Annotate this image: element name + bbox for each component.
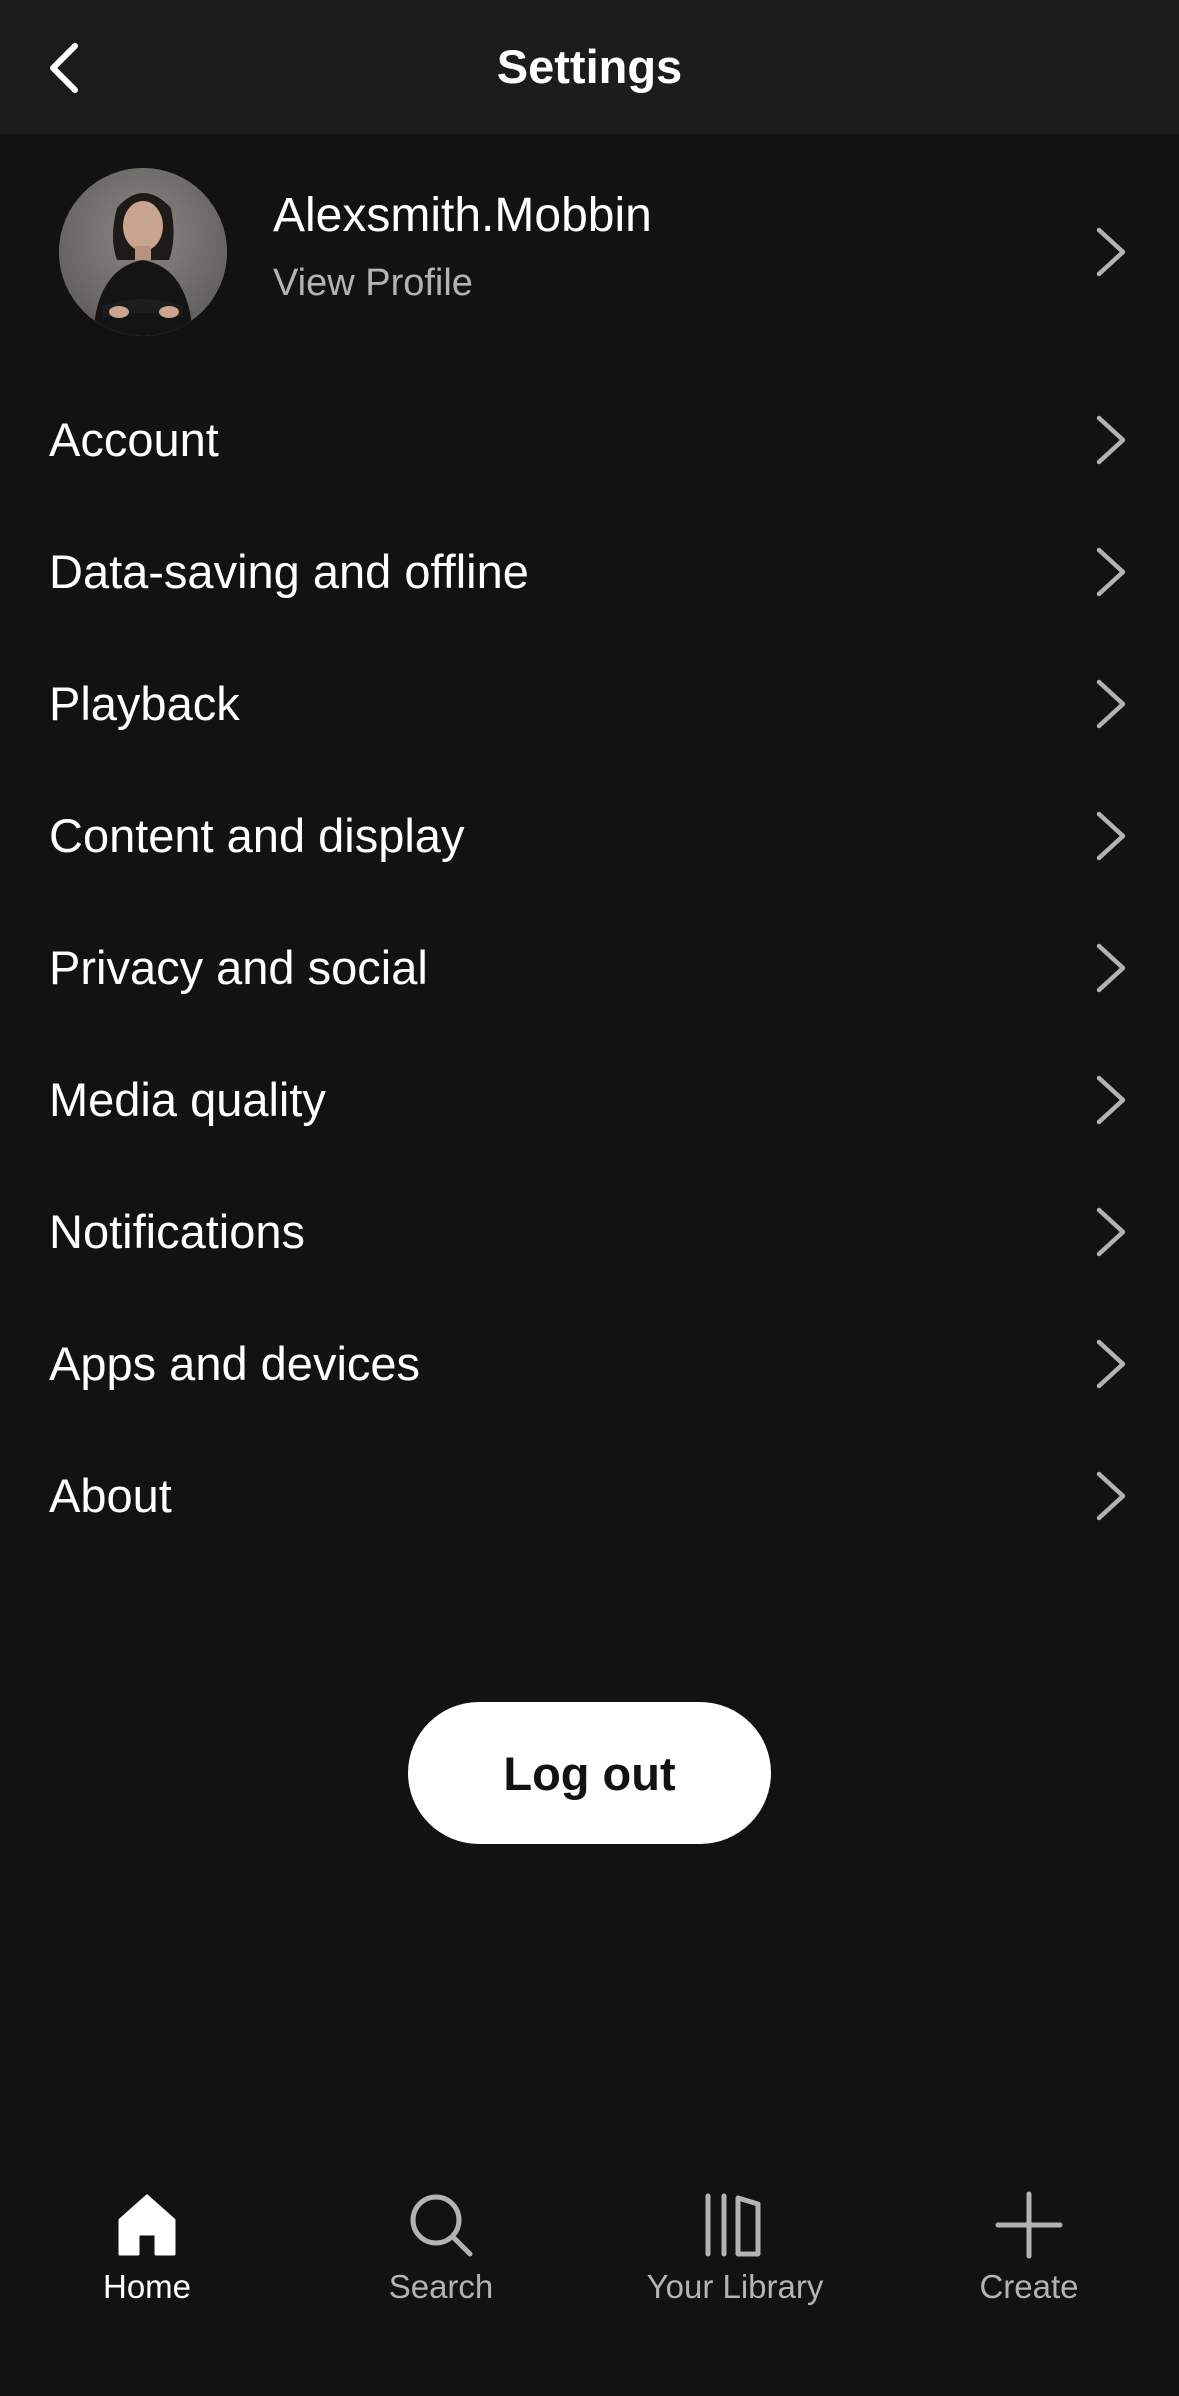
menu-item-about[interactable]: About bbox=[0, 1430, 1179, 1562]
header-bar: Settings bbox=[0, 0, 1179, 134]
nav-label: Your Library bbox=[646, 2268, 824, 2305]
menu-item-label: Account bbox=[49, 413, 219, 466]
nav-label: Search bbox=[388, 2268, 494, 2305]
nav-label: Home bbox=[102, 2268, 192, 2305]
nav-your-library[interactable]: Your Library bbox=[588, 2158, 882, 2338]
menu-item-account[interactable]: Account bbox=[0, 374, 1179, 506]
nav-label: Create bbox=[979, 2268, 1079, 2305]
search-icon bbox=[410, 2194, 473, 2257]
nav-create[interactable]: Create bbox=[882, 2158, 1176, 2338]
menu-item-label: Content and display bbox=[49, 809, 465, 862]
menu-item-label: Data-saving and offline bbox=[49, 545, 529, 598]
chevron-right-icon bbox=[1096, 547, 1126, 597]
chevron-right-icon bbox=[1096, 679, 1126, 729]
nav-home[interactable]: Home bbox=[0, 2158, 294, 2338]
home-icon bbox=[118, 2194, 176, 2256]
menu-item-label: About bbox=[49, 1469, 172, 1522]
profile-row[interactable]: Alexsmith.Mobbin View Profile bbox=[0, 160, 1179, 344]
profile-name: Alexsmith.Mobbin bbox=[273, 189, 652, 242]
settings-screen: Settings Alexsmith.Mobbin View Profile A… bbox=[0, 0, 1179, 2396]
avatar bbox=[59, 168, 227, 336]
chevron-right-icon bbox=[1096, 227, 1126, 277]
menu-item-playback[interactable]: Playback bbox=[0, 638, 1179, 770]
menu-item-privacy-social[interactable]: Privacy and social bbox=[0, 902, 1179, 1034]
menu-item-label: Media quality bbox=[49, 1073, 326, 1126]
menu-item-label: Apps and devices bbox=[49, 1337, 421, 1390]
chevron-right-icon bbox=[1096, 1075, 1126, 1125]
chevron-right-icon bbox=[1096, 1339, 1126, 1389]
page-title: Settings bbox=[496, 40, 683, 93]
nav-search[interactable]: Search bbox=[294, 2158, 588, 2338]
menu-item-media-quality[interactable]: Media quality bbox=[0, 1034, 1179, 1166]
view-profile-label: View Profile bbox=[273, 262, 473, 304]
chevron-right-icon bbox=[1096, 415, 1126, 465]
chevron-right-icon bbox=[1096, 943, 1126, 993]
chevron-right-icon bbox=[1096, 811, 1126, 861]
menu-item-content-display[interactable]: Content and display bbox=[0, 770, 1179, 902]
library-icon bbox=[705, 2193, 761, 2257]
chevron-right-icon bbox=[1096, 1471, 1126, 1521]
plus-icon bbox=[995, 2191, 1063, 2259]
logout-button[interactable]: Log out bbox=[408, 1702, 771, 1844]
menu-item-data-saving[interactable]: Data-saving and offline bbox=[0, 506, 1179, 638]
menu-item-notifications[interactable]: Notifications bbox=[0, 1166, 1179, 1298]
menu-item-label: Playback bbox=[49, 677, 240, 730]
menu-item-label: Privacy and social bbox=[49, 941, 428, 994]
chevron-right-icon bbox=[1096, 1207, 1126, 1257]
bottom-nav: Home Search Your Library Create bbox=[0, 2130, 1179, 2396]
menu-item-label: Notifications bbox=[49, 1205, 305, 1258]
menu-item-apps-devices[interactable]: Apps and devices bbox=[0, 1298, 1179, 1430]
